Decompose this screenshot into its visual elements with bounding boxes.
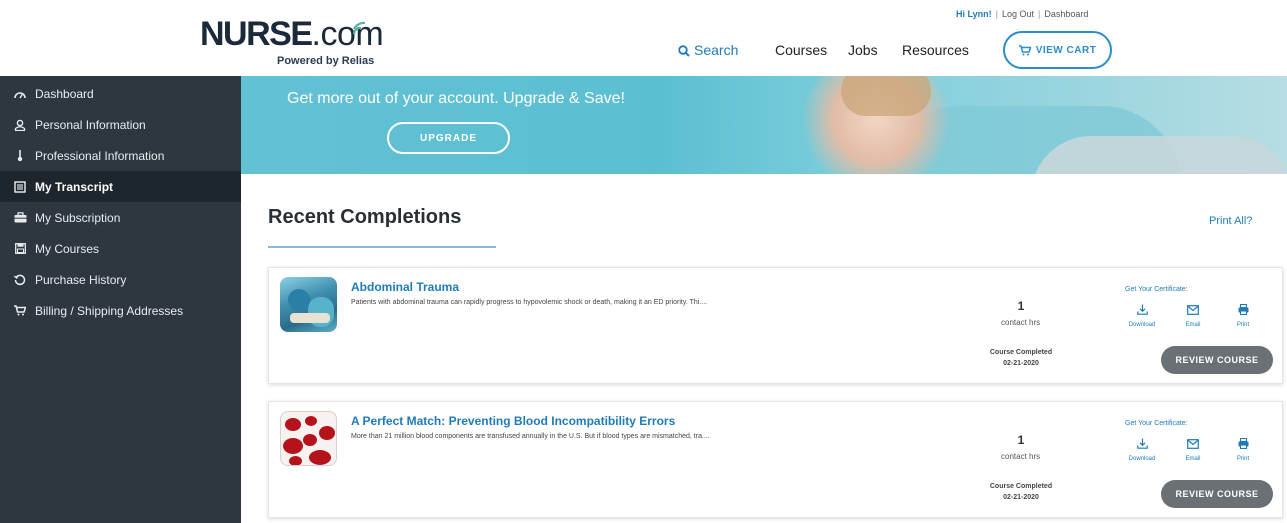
nav-resources[interactable]: Resources xyxy=(902,42,969,58)
printer-icon xyxy=(1238,437,1248,450)
search-icon xyxy=(678,45,690,57)
nav-courses[interactable]: Courses xyxy=(775,42,827,58)
sidebar-item-my-subscription[interactable]: My Subscription xyxy=(0,202,241,233)
sidebar-item-personal-information[interactable]: Personal Information xyxy=(0,109,241,140)
site-logo[interactable]: NURSE.com Powered by Relias xyxy=(200,16,390,72)
email-certificate-button[interactable]: Email xyxy=(1173,302,1213,328)
briefcase-icon xyxy=(13,211,27,225)
course-description: More than 21 million blood components ar… xyxy=(351,433,710,440)
banner-photo-patient xyxy=(1031,136,1287,174)
history-icon xyxy=(13,273,27,287)
account-sidebar: Dashboard Personal Information Professio… xyxy=(0,76,241,523)
page-title: Recent Completions xyxy=(268,206,462,228)
download-certificate-button[interactable]: Download xyxy=(1122,436,1162,462)
cart-icon xyxy=(13,304,27,318)
print-certificate-button[interactable]: Print xyxy=(1223,436,1263,462)
contact-hours-label: contact hrs xyxy=(1001,452,1041,461)
title-underline xyxy=(268,246,496,248)
course-thumbnail[interactable] xyxy=(280,277,337,332)
download-icon xyxy=(1136,304,1148,315)
account-links: Hi Lynn! | Log Out | Dashboard xyxy=(956,9,1089,19)
email-icon xyxy=(1187,305,1199,315)
logo-tagline: Powered by Relias xyxy=(277,55,375,67)
sidebar-item-dashboard[interactable]: Dashboard xyxy=(0,78,241,109)
email-certificate-button[interactable]: Email xyxy=(1173,436,1213,462)
upgrade-button[interactable]: UPGRADE xyxy=(387,122,510,154)
course-description: Patients with abdominal trauma can rapid… xyxy=(351,299,708,306)
certificate-heading: Get Your Certificate: xyxy=(1125,420,1188,427)
completed-date: 02-21-2020 xyxy=(1003,494,1039,501)
banner-headline: Get more out of your account. Upgrade & … xyxy=(287,90,625,107)
dashboard-link[interactable]: Dashboard xyxy=(1044,9,1088,19)
signal-wave-icon xyxy=(352,21,366,35)
printer-icon xyxy=(1238,303,1248,316)
contact-hours-value: 1 xyxy=(1017,299,1025,313)
download-certificate-button[interactable]: Download xyxy=(1122,302,1162,328)
view-cart-button[interactable]: VIEW CART xyxy=(1003,31,1112,69)
completed-date: 02-21-2020 xyxy=(1003,360,1039,367)
sidebar-item-professional-information[interactable]: Professional Information xyxy=(0,140,241,171)
user-icon xyxy=(13,118,27,132)
contact-hours-label: contact hrs xyxy=(1001,318,1041,327)
sidebar-item-my-courses[interactable]: My Courses xyxy=(0,233,241,264)
review-course-button[interactable]: REVIEW COURSE xyxy=(1161,480,1273,508)
sidebar-item-purchase-history[interactable]: Purchase History xyxy=(0,264,241,295)
save-icon xyxy=(13,242,27,256)
nav-jobs[interactable]: Jobs xyxy=(848,42,878,58)
course-card: A Perfect Match: Preventing Blood Incomp… xyxy=(268,401,1283,518)
completed-label: Course Completed xyxy=(989,483,1053,490)
print-certificate-button[interactable]: Print xyxy=(1223,302,1263,328)
site-header: NURSE.com Powered by Relias Hi Lynn! | Log… xyxy=(0,0,1287,76)
cart-icon xyxy=(1018,44,1031,55)
course-title-link[interactable]: A Perfect Match: Preventing Blood Incomp… xyxy=(351,414,675,428)
gauge-icon xyxy=(13,87,27,101)
nav-search[interactable]: Search xyxy=(678,42,738,58)
course-thumbnail[interactable] xyxy=(280,411,337,466)
email-icon xyxy=(1187,439,1199,449)
logout-link[interactable]: Log Out xyxy=(1002,9,1034,19)
stethoscope-icon xyxy=(13,149,27,163)
greeting-text: Hi Lynn! xyxy=(956,9,992,19)
course-card: Abdominal Trauma Patients with abdominal… xyxy=(268,267,1283,384)
completed-label: Course Completed xyxy=(989,349,1053,356)
sidebar-item-billing-shipping-addresses[interactable]: Billing / Shipping Addresses xyxy=(0,295,241,326)
banner-photo-hair xyxy=(841,76,931,116)
transcript-icon xyxy=(13,180,27,194)
sidebar-item-my-transcript[interactable]: My Transcript xyxy=(0,171,241,202)
contact-hours-value: 1 xyxy=(1017,433,1025,447)
print-all-link[interactable]: Print All? xyxy=(1209,215,1252,227)
upgrade-banner: Get more out of your account. Upgrade & … xyxy=(241,76,1287,174)
course-title-link[interactable]: Abdominal Trauma xyxy=(351,280,459,294)
certificate-heading: Get Your Certificate: xyxy=(1125,286,1188,293)
download-icon xyxy=(1136,438,1148,449)
review-course-button[interactable]: REVIEW COURSE xyxy=(1161,346,1273,374)
